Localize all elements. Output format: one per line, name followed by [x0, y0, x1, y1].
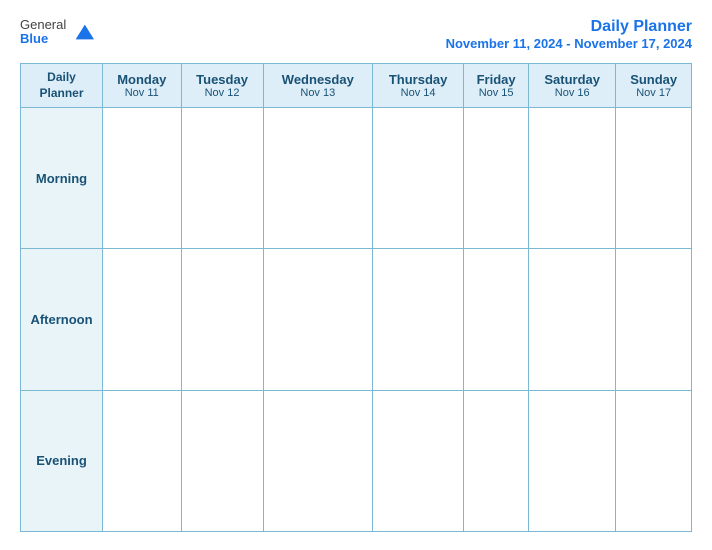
col-header-monday: Monday Nov 11 [103, 64, 182, 108]
col-header-wednesday: Wednesday Nov 13 [263, 64, 372, 108]
row-label-morning: Morning [21, 108, 103, 249]
cell-evening-monday[interactable] [103, 390, 182, 531]
logo-area: General Blue [20, 18, 94, 47]
date-range: November 11, 2024 - November 17, 2024 [446, 36, 692, 51]
row-afternoon: Afternoon [21, 249, 692, 390]
cell-morning-monday[interactable] [103, 108, 182, 249]
cell-evening-thursday[interactable] [373, 390, 464, 531]
cell-afternoon-thursday[interactable] [373, 249, 464, 390]
page: General Blue Daily Planner November 11, … [0, 0, 712, 550]
logo-icon [72, 21, 94, 43]
cell-evening-wednesday[interactable] [263, 390, 372, 531]
cell-evening-tuesday[interactable] [181, 390, 263, 531]
cell-afternoon-sunday[interactable] [616, 249, 692, 390]
row-morning: Morning [21, 108, 692, 249]
cell-morning-sunday[interactable] [616, 108, 692, 249]
cell-afternoon-wednesday[interactable] [263, 249, 372, 390]
logo-text: General Blue [20, 18, 66, 47]
logo-blue: Blue [20, 32, 66, 46]
col-header-saturday: Saturday Nov 16 [529, 64, 616, 108]
cell-afternoon-friday[interactable] [464, 249, 529, 390]
col-header-sunday: Sunday Nov 17 [616, 64, 692, 108]
col-header-thursday: Thursday Nov 14 [373, 64, 464, 108]
cell-morning-tuesday[interactable] [181, 108, 263, 249]
cell-morning-friday[interactable] [464, 108, 529, 249]
row-label-evening: Evening [21, 390, 103, 531]
cell-afternoon-monday[interactable] [103, 249, 182, 390]
logo-general: General [20, 18, 66, 32]
row-evening: Evening [21, 390, 692, 531]
cell-morning-wednesday[interactable] [263, 108, 372, 249]
row-label-afternoon: Afternoon [21, 249, 103, 390]
page-title: Daily Planner [446, 18, 692, 36]
cell-afternoon-tuesday[interactable] [181, 249, 263, 390]
cell-morning-thursday[interactable] [373, 108, 464, 249]
col-header-friday: Friday Nov 15 [464, 64, 529, 108]
header: General Blue Daily Planner November 11, … [20, 18, 692, 51]
col-header-tuesday: Tuesday Nov 12 [181, 64, 263, 108]
cell-evening-sunday[interactable] [616, 390, 692, 531]
cell-afternoon-saturday[interactable] [529, 249, 616, 390]
cell-evening-saturday[interactable] [529, 390, 616, 531]
calendar-table: Daily Planner Monday Nov 11 Tuesday Nov … [20, 63, 692, 532]
table-header-label: Daily Planner [21, 64, 103, 108]
cell-evening-friday[interactable] [464, 390, 529, 531]
cell-morning-saturday[interactable] [529, 108, 616, 249]
title-area: Daily Planner November 11, 2024 - Novemb… [446, 18, 692, 51]
